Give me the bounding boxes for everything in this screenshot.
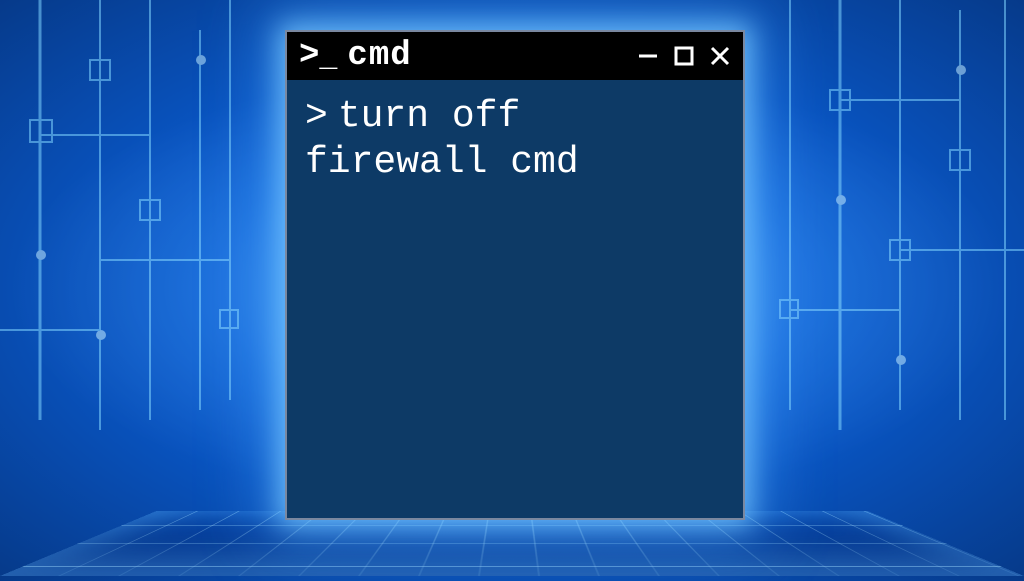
minimize-icon	[637, 45, 659, 67]
prompt-character: >	[305, 95, 328, 138]
window-titlebar[interactable]: >_ cmd	[287, 32, 743, 80]
window-title: cmd	[347, 37, 625, 75]
terminal-window[interactable]: >_ cmd >turn off firewall cmd	[285, 30, 745, 520]
maximize-button[interactable]	[671, 43, 697, 69]
close-button[interactable]	[707, 43, 733, 69]
maximize-icon	[673, 45, 695, 67]
minimize-button[interactable]	[635, 43, 661, 69]
window-controls	[635, 43, 733, 69]
command-input-text[interactable]: turn off firewall cmd	[305, 95, 579, 184]
terminal-prompt-icon: >_	[299, 39, 335, 73]
grid-floor-decoration	[0, 511, 1024, 576]
terminal-body[interactable]: >turn off firewall cmd	[287, 80, 743, 201]
close-icon	[709, 45, 731, 67]
